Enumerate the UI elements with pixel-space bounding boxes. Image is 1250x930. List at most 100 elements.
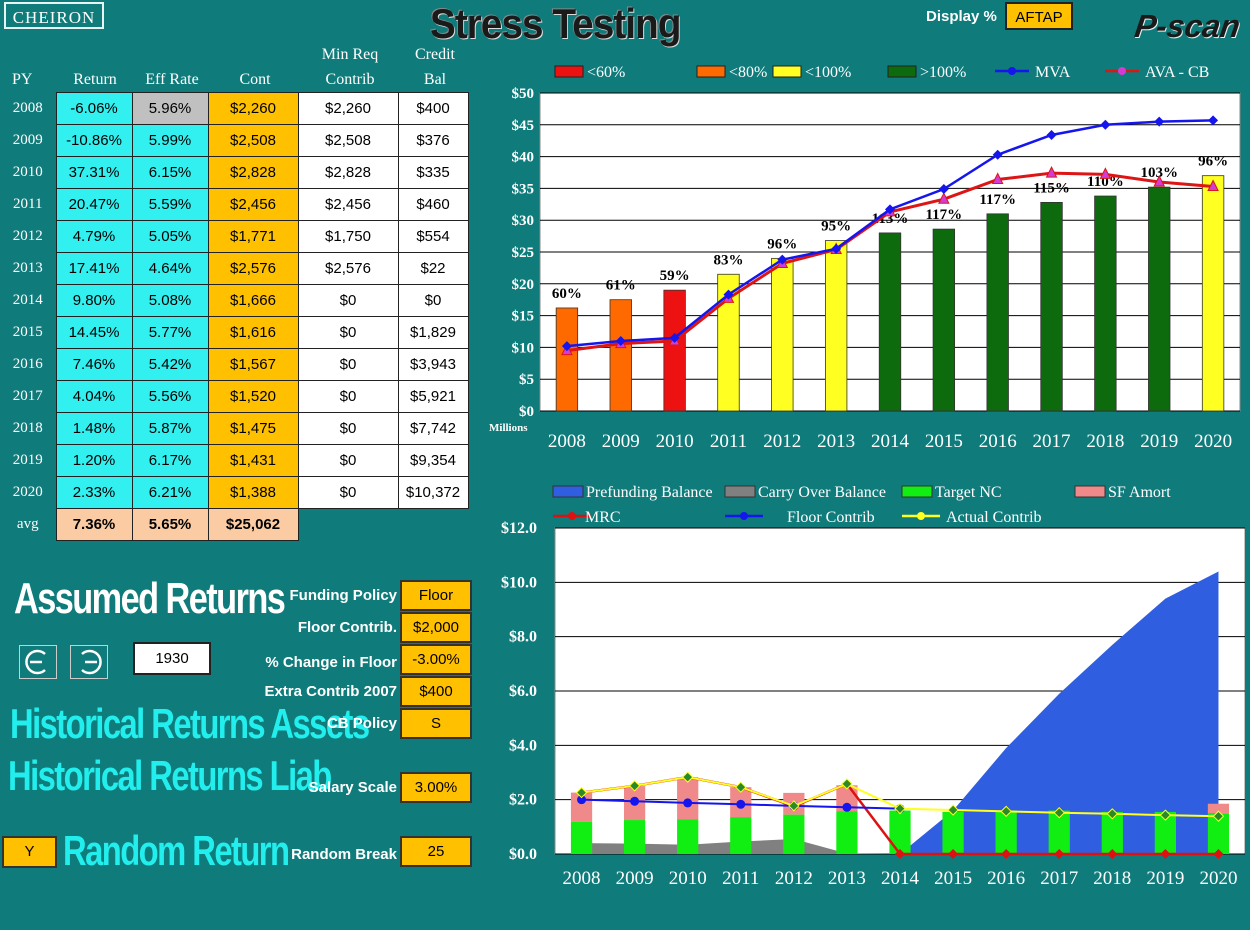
floor-contrib-label: Floor Contrib. — [297, 619, 397, 636]
eff-rate-cell[interactable]: 4.64% — [131, 252, 209, 285]
floor-contrib-point — [630, 796, 640, 806]
floor-contrib-point — [683, 798, 693, 808]
x-tick-label: 2014 — [871, 431, 910, 452]
random-break-field[interactable]: 25 — [400, 836, 472, 867]
cont-cell: $1,520 — [207, 380, 299, 413]
cont-cell: $1,388 — [207, 476, 299, 509]
table-row: 2014 9.80% 5.08% $1,666 $0 $0 — [0, 284, 469, 317]
y-unit-label: Millions — [489, 422, 528, 434]
eff-rate-cell[interactable]: 5.56% — [131, 380, 209, 413]
eff-rate-cell[interactable]: 6.21% — [131, 476, 209, 509]
cb-policy-field[interactable]: S — [400, 708, 472, 739]
prev-year-button[interactable] — [19, 645, 57, 679]
header-cont: Cont — [239, 71, 271, 88]
table-row: 2020 2.33% 6.21% $1,388 $0 $10,372 — [0, 476, 469, 509]
display-select[interactable]: AFTAP — [1005, 2, 1073, 30]
return-cell[interactable]: 2.33% — [55, 476, 133, 509]
return-cell[interactable]: 9.80% — [55, 284, 133, 317]
x-tick-label: 2020 — [1194, 431, 1232, 452]
target-nc-bar — [783, 814, 805, 854]
legend-label: <60% — [587, 64, 625, 81]
legend-label: MVA — [1035, 64, 1071, 81]
eff-rate-cell[interactable]: 6.17% — [131, 444, 209, 477]
legend-label: <80% — [729, 64, 767, 81]
cont-cell: $1,666 — [207, 284, 299, 317]
row-year: 2013 — [12, 260, 43, 276]
return-cell[interactable]: 17.41% — [55, 252, 133, 285]
eff-rate-cell[interactable]: 5.42% — [131, 348, 209, 381]
pct-label-2012: 96% — [767, 236, 797, 252]
eff-rate-cell[interactable]: 5.99% — [131, 124, 209, 157]
table-row: 2015 14.45% 5.77% $1,616 $0 $1,829 — [0, 316, 469, 349]
return-cell[interactable]: 4.79% — [55, 220, 133, 253]
credit-bal-cell: $5,921 — [397, 380, 469, 413]
x-tick-label: 2014 — [881, 868, 920, 889]
x-tick-label: 2011 — [710, 431, 747, 452]
return-cell[interactable]: 37.31% — [55, 156, 133, 189]
header-py: PY — [12, 71, 33, 88]
row-year: 2009 — [12, 132, 43, 148]
legend-marker — [1118, 67, 1126, 75]
return-cell[interactable]: 7.46% — [55, 348, 133, 381]
bar-2018 — [1094, 195, 1117, 412]
y-tick-label: $8.0 — [509, 629, 537, 646]
eff-rate-cell[interactable]: 5.96% — [131, 92, 209, 125]
y-tick-label: $40 — [512, 150, 535, 166]
x-tick-label: 2012 — [763, 431, 801, 452]
return-cell[interactable]: 20.47% — [55, 188, 133, 221]
bar-2015 — [932, 228, 956, 412]
min-req-cell: $0 — [297, 380, 399, 413]
row-year: 2011 — [13, 196, 43, 212]
eff-rate-cell[interactable]: 6.15% — [131, 156, 209, 189]
bar-2019 — [1148, 186, 1171, 412]
return-cell[interactable]: 1.20% — [55, 444, 133, 477]
return-cell[interactable]: -10.86% — [55, 124, 133, 157]
eff-rate-cell[interactable]: 5.87% — [131, 412, 209, 445]
return-cell[interactable]: 4.04% — [55, 380, 133, 413]
pscan-logo: P-scan — [1132, 8, 1243, 44]
header-eff-rate: Eff Rate — [145, 71, 199, 88]
cont-cell: $1,475 — [207, 412, 299, 445]
return-cell[interactable]: 14.45% — [55, 316, 133, 349]
eff-rate-cell[interactable]: 5.77% — [131, 316, 209, 349]
pct-change-floor-field[interactable]: -3.00% — [400, 644, 472, 675]
legend-swatch — [552, 485, 584, 498]
legend-label: SF Amort — [1108, 484, 1171, 501]
x-tick-label: 2008 — [563, 868, 601, 889]
return-cell[interactable]: -6.06% — [55, 92, 133, 125]
cont-cell: $2,456 — [207, 188, 299, 221]
eff-rate-cell[interactable]: 5.05% — [131, 220, 209, 253]
funding-policy-field[interactable]: Floor — [400, 580, 472, 611]
legend-marker — [1008, 67, 1016, 75]
row-year: 2014 — [12, 292, 43, 308]
y-tick-label: $6.0 — [509, 683, 537, 700]
legend-label: MRC — [585, 509, 621, 526]
y-tick-label: $0.0 — [509, 846, 537, 863]
pct-label-2017: 115% — [1033, 180, 1070, 196]
next-arrow-icon — [81, 649, 102, 675]
row-year: 2016 — [12, 356, 43, 372]
floor-contrib-field[interactable]: $2,000 — [400, 612, 472, 643]
legend-label: Actual Contrib — [946, 509, 1042, 526]
credit-bal-cell: $400 — [397, 92, 469, 125]
extra-contrib-label: Extra Contrib 2007 — [264, 683, 397, 700]
salary-scale-field[interactable]: 3.00% — [400, 772, 472, 803]
random-flag-field[interactable]: Y — [2, 836, 57, 868]
header-min-req-1: Min Req — [321, 46, 379, 63]
credit-bal-cell: $9,354 — [397, 444, 469, 477]
row-year: 2019 — [12, 452, 43, 468]
page-title: Stress Testing — [430, 0, 681, 47]
eff-rate-cell[interactable]: 5.08% — [131, 284, 209, 317]
eff-rate-cell[interactable]: 5.59% — [131, 188, 209, 221]
min-req-cell: $0 — [297, 284, 399, 317]
legend-swatch — [724, 485, 756, 498]
extra-contrib-field[interactable]: $400 — [400, 676, 472, 707]
pct-label-2020: 96% — [1198, 154, 1228, 170]
next-year-button[interactable] — [70, 645, 108, 679]
x-tick-label: 2009 — [616, 868, 654, 889]
credit-bal-cell: $3,943 — [397, 348, 469, 381]
return-cell[interactable]: 1.48% — [55, 412, 133, 445]
funded-ratio-chart: $0 $5 $10 $15 $20 $25 $30 $35 $40 $45 $50 Millions 6… — [489, 64, 1241, 452]
cont-cell: $2,828 — [207, 156, 299, 189]
credit-bal-cell: $10,372 — [397, 476, 469, 509]
